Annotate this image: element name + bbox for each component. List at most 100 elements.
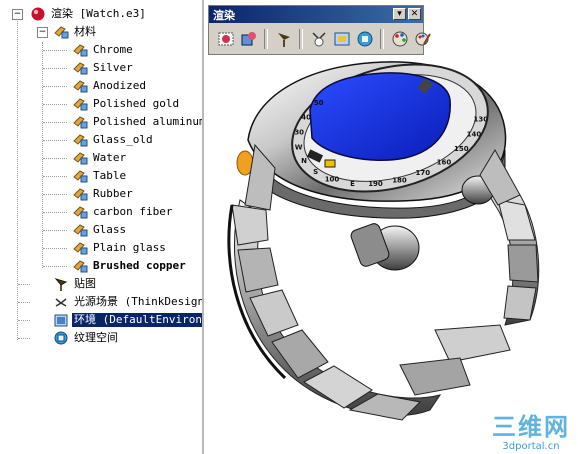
tree-node-material[interactable]: Chrome <box>72 41 135 59</box>
bezel-number: 170 <box>415 169 430 177</box>
tree-connector <box>43 248 67 249</box>
bezel-number: 160 <box>437 158 452 166</box>
tree-connector <box>43 212 67 213</box>
tree-node-materials[interactable]: 材料 <box>53 23 98 41</box>
toolbar-menu-button[interactable]: ▾ <box>393 8 406 20</box>
materials-expander[interactable]: − <box>37 27 48 38</box>
watermark: 三维网 3dportal.cn <box>492 413 570 452</box>
tree-root-render[interactable]: 渲染 [Watch.e3] <box>30 5 148 23</box>
material-icon <box>73 98 88 111</box>
render-region-button[interactable] <box>215 29 236 50</box>
materials-icon <box>54 26 69 39</box>
tree-connector <box>43 140 67 141</box>
tree-node-material[interactable]: Polished aluminum <box>72 113 204 131</box>
bezel-number: W <box>295 144 303 152</box>
decal-tool-button[interactable] <box>273 29 294 50</box>
tree-node-material[interactable]: carbon fiber <box>72 203 174 221</box>
tree-node-material[interactable]: Plain glass <box>72 239 168 257</box>
tree-connector <box>42 42 43 268</box>
decal-label: 贴图 <box>74 277 96 290</box>
material-label: Glass_old <box>93 133 153 146</box>
bezel-number: 140 <box>467 131 482 139</box>
render-sphere-icon <box>31 7 45 21</box>
material-icon <box>73 188 88 201</box>
material-label: Polished aluminum <box>93 115 204 128</box>
render-region-icon <box>218 32 233 46</box>
decal-pin-icon <box>277 33 290 47</box>
material-icon <box>73 242 88 255</box>
material-icon <box>73 116 88 129</box>
tree-connector <box>43 104 67 105</box>
tree-node-material[interactable]: Polished gold <box>72 95 181 113</box>
render-viewport[interactable]: 130 140 150 160 170 180 190 E 100 S N W 30 40 50 <box>204 0 578 454</box>
bezel-number: 150 <box>454 145 469 153</box>
watch-render: 130 140 150160 170 180 190 E 100 SNW 30 4050 <box>227 61 540 421</box>
material-label: Polished gold <box>93 97 180 110</box>
tree-node-material[interactable]: Water <box>72 149 128 167</box>
tree-connector <box>43 50 67 51</box>
bezel-number: 100 <box>325 176 340 184</box>
bezel-number: 40 <box>301 114 311 122</box>
material-icon <box>73 224 88 237</box>
light-bulb-icon <box>55 298 67 307</box>
tree-node-decal[interactable]: 贴图 <box>53 275 98 293</box>
material-icon <box>73 62 88 75</box>
tree-node-light-scene[interactable]: 光源场景 (ThinkDesign <box>53 293 202 311</box>
material-label: Silver <box>93 61 133 74</box>
tree-connector <box>43 230 67 231</box>
toolbar-close-button[interactable]: ✕ <box>408 8 421 20</box>
tree-connector <box>43 122 67 123</box>
watch-case <box>236 61 521 271</box>
tree-connector <box>18 338 30 339</box>
tree-node-material[interactable]: Brushed copper <box>72 257 188 275</box>
toolbar-titlebar[interactable]: 渲染 ▾ ✕ <box>209 6 423 23</box>
material-label: Anodized <box>93 79 146 92</box>
tree-node-material[interactable]: Glass <box>72 221 128 239</box>
tree-node-environment[interactable]: 环境 (DefaultEnvironm <box>53 311 202 329</box>
material-label: Rubber <box>93 187 133 200</box>
tree-node-material[interactable]: Anodized <box>72 77 148 95</box>
render-shaded-icon <box>241 32 256 46</box>
material-icon <box>73 152 88 165</box>
tree-root-label: 渲染 [Watch.e3] <box>51 7 146 20</box>
tree-node-material[interactable]: Rubber <box>72 185 135 203</box>
material-label: Water <box>93 151 127 164</box>
tree-connector <box>43 68 67 69</box>
tree-node-texture-space[interactable]: 纹理空间 <box>53 329 120 347</box>
material-icon <box>73 170 88 183</box>
environment-tool-button[interactable] <box>331 29 352 50</box>
tree-connector <box>43 194 67 195</box>
environment-cube-icon <box>334 32 349 46</box>
texture-space-label: 纹理空间 <box>74 331 118 344</box>
palette-brush-icon <box>415 32 431 46</box>
tree-node-material[interactable]: Table <box>72 167 128 185</box>
environment-label: 环境 (DefaultEnvironm <box>72 313 202 327</box>
tree-connector <box>43 86 67 87</box>
bezel-number: N <box>301 157 307 165</box>
texture-space-tool-button[interactable] <box>354 29 375 50</box>
render-shaded-button[interactable] <box>238 29 259 50</box>
material-icon <box>73 134 88 147</box>
material-palette-button[interactable] <box>389 29 410 50</box>
toolbar-buttons <box>215 27 433 51</box>
bezel-number: 130 <box>473 115 488 123</box>
tree-connector <box>18 284 30 285</box>
root-expander[interactable]: − <box>12 9 23 20</box>
tree-connector <box>43 158 67 159</box>
toolbar-title: 渲染 <box>213 8 235 22</box>
render-toolbar-window[interactable]: 渲染 ▾ ✕ <box>208 5 431 55</box>
texture-space-icon <box>357 31 372 47</box>
tree-node-material[interactable]: Silver <box>72 59 135 77</box>
material-icon <box>73 260 88 273</box>
tree-node-material[interactable]: Glass_old <box>72 131 155 149</box>
material-edit-button[interactable] <box>412 29 433 50</box>
bezel-number: S <box>313 168 318 176</box>
material-label: Brushed copper <box>93 259 186 272</box>
environment-cube-icon <box>54 314 68 327</box>
light-tool-button[interactable] <box>308 29 329 50</box>
decal-pin-icon <box>54 278 68 291</box>
bezel-number: E <box>350 180 355 188</box>
bezel-number: 190 <box>368 180 383 188</box>
materials-label: 材料 <box>74 25 96 38</box>
bezel-number: 30 <box>294 129 304 137</box>
